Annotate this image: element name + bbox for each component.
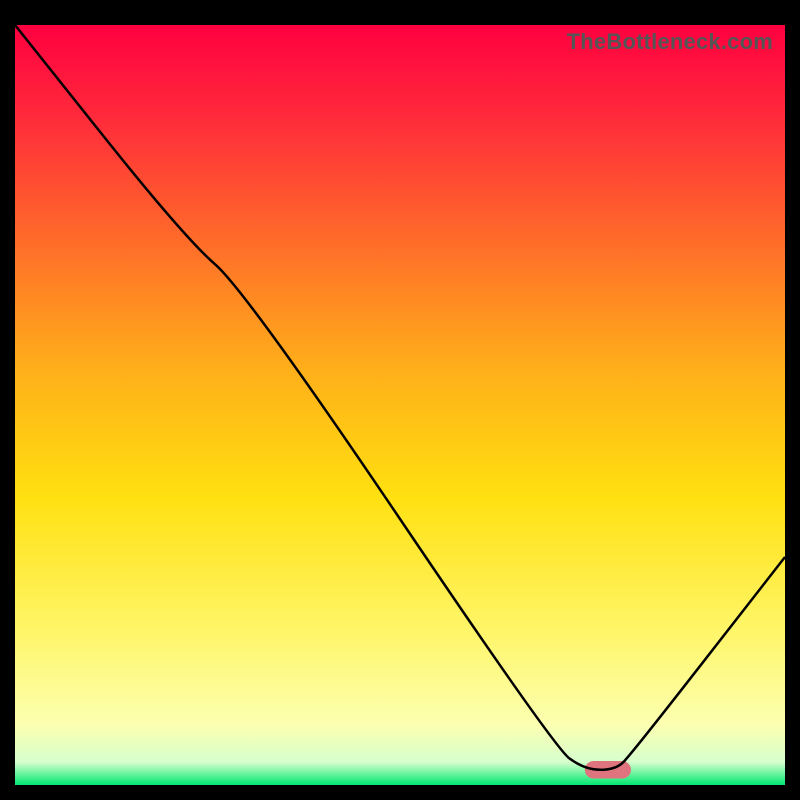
watermark-text: TheBottleneck.com xyxy=(567,29,773,55)
chart-plot-area xyxy=(15,25,785,785)
chart-svg xyxy=(15,25,785,785)
chart-gradient-background xyxy=(15,25,785,785)
chart-frame: TheBottleneck.com xyxy=(15,25,785,785)
